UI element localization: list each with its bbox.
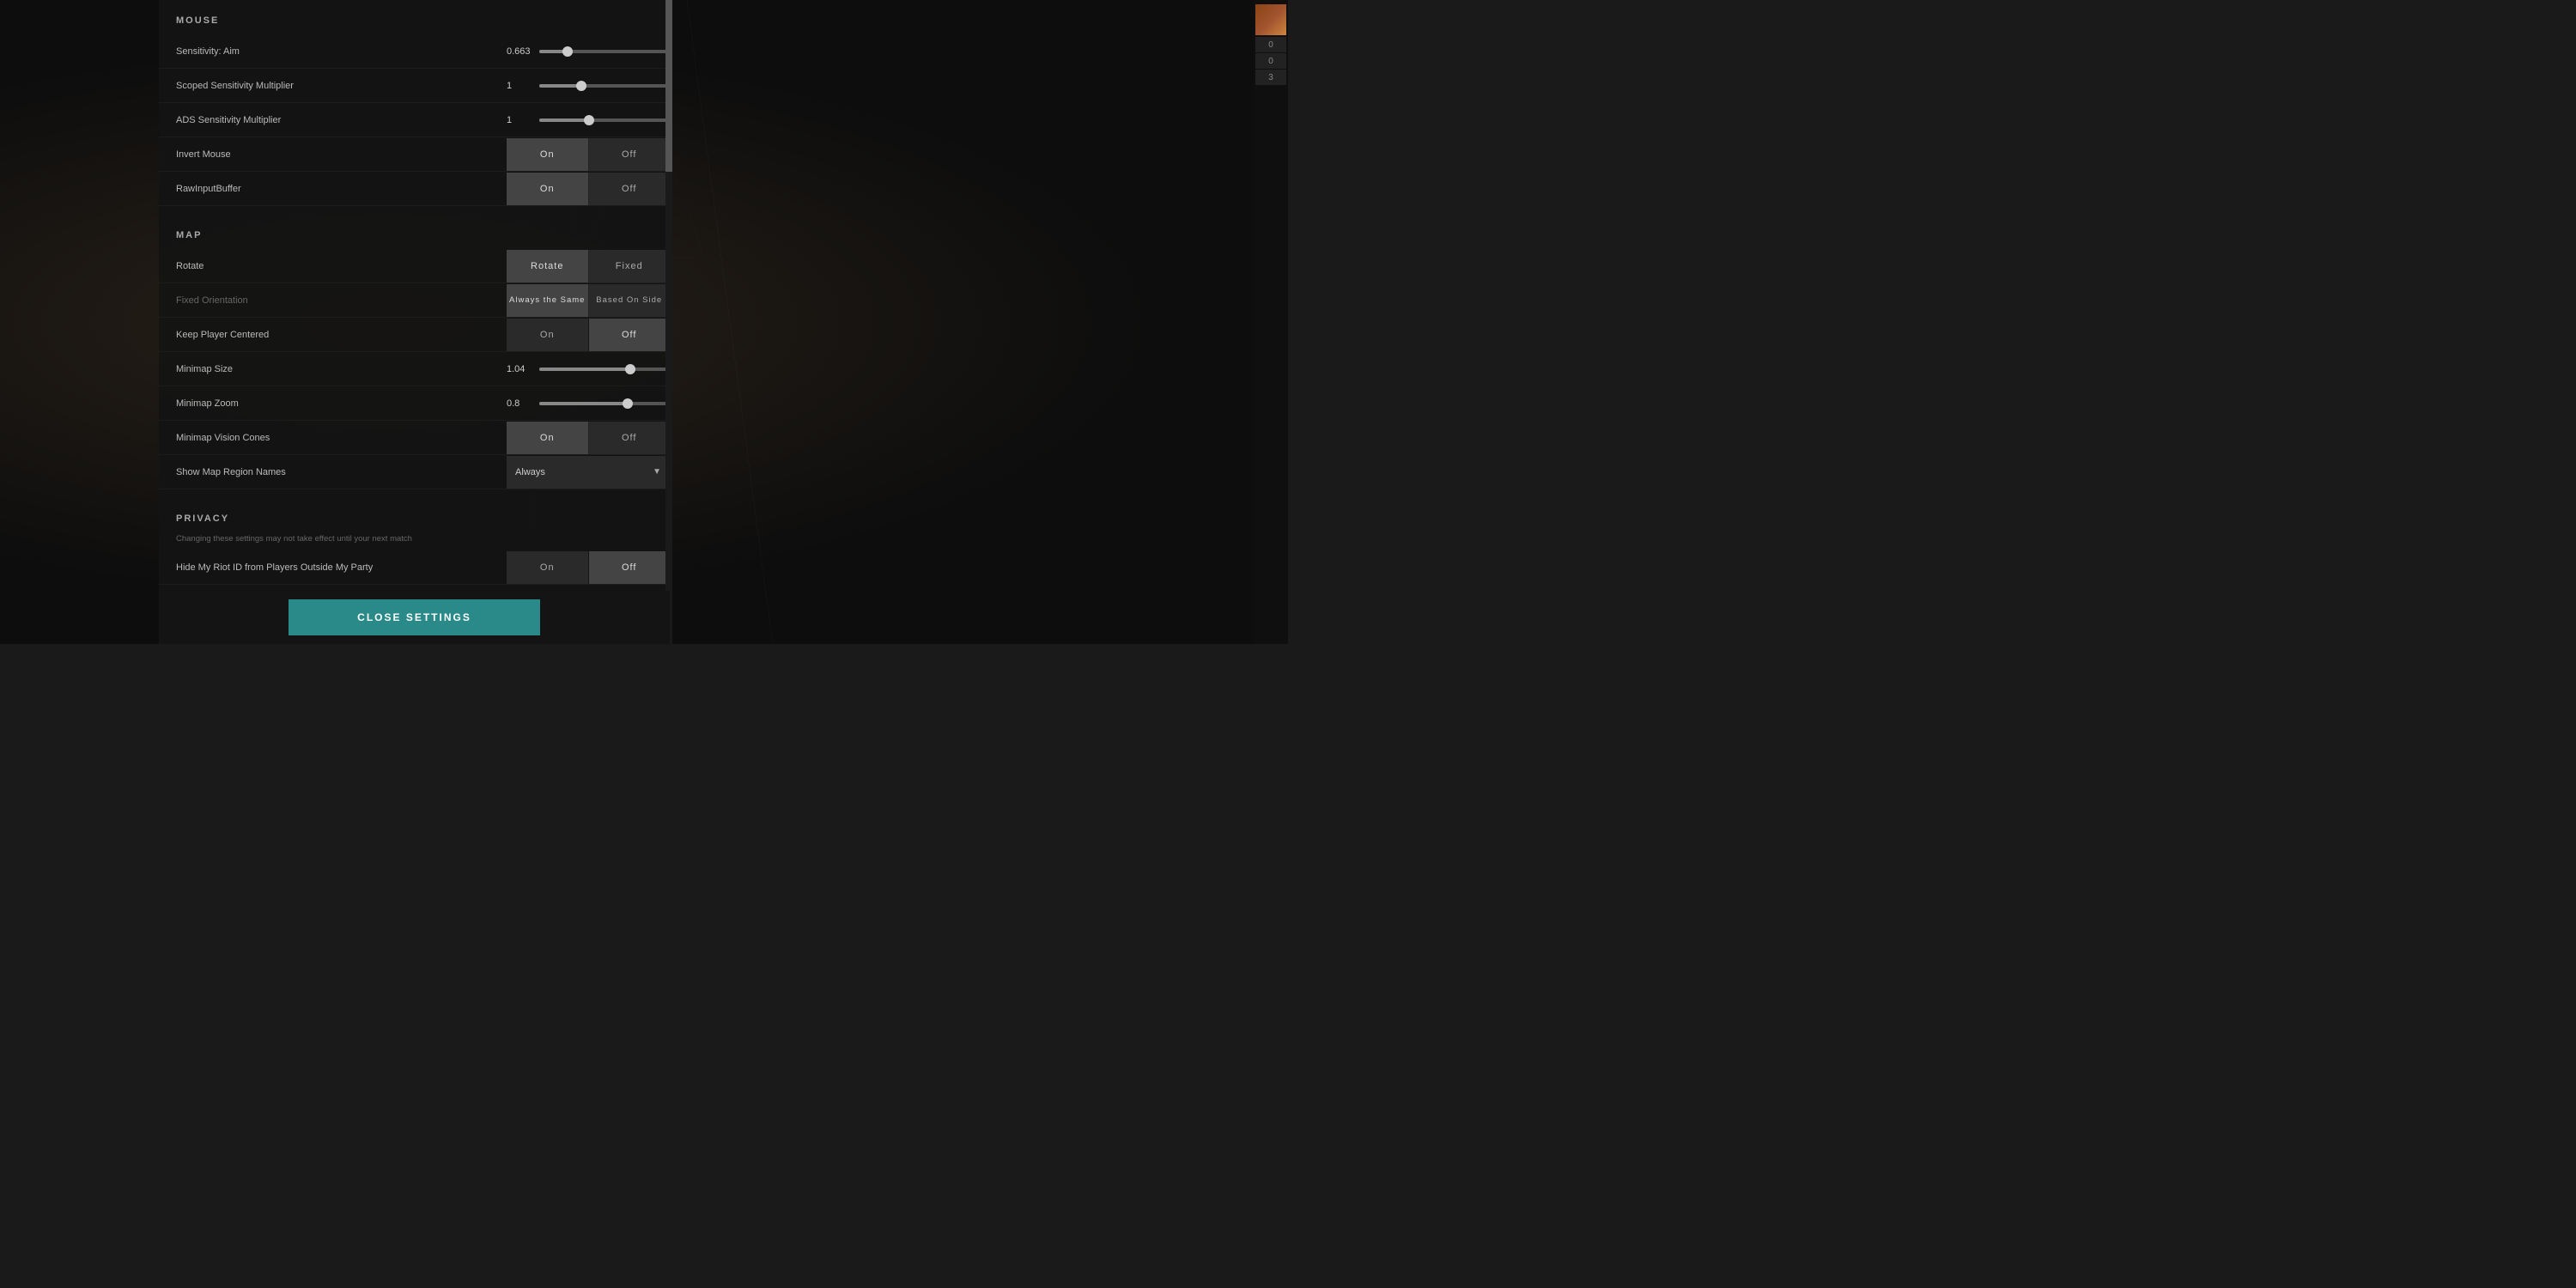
minimap-vision-cones-off-button[interactable]: Off [589, 422, 671, 454]
invert-mouse-row: Invert Mouse On Off [159, 137, 670, 172]
scoped-sensitivity-value: 1 [507, 81, 532, 91]
scoped-sensitivity-row: Scoped Sensitivity Multiplier 1 [159, 69, 670, 103]
keep-player-centered-off-button[interactable]: Off [589, 319, 671, 351]
minimap-size-row: Minimap Size 1.04 [159, 352, 670, 386]
invert-mouse-on-button[interactable]: On [507, 138, 589, 171]
minimap-zoom-control: 0.8 [507, 398, 670, 409]
minimap-zoom-fill [539, 402, 628, 405]
rawinputbuffer-label: RawInputBuffer [176, 175, 507, 203]
dropdown-arrow-icon: ▼ [653, 467, 661, 477]
sensitivity-aim-value: 0.663 [507, 46, 532, 57]
minimap-vision-cones-row: Minimap Vision Cones On Off [159, 421, 670, 455]
privacy-note: Changing these settings may not take eff… [159, 532, 670, 550]
minimap-vision-cones-on-button[interactable]: On [507, 422, 589, 454]
minimap-size-thumb[interactable] [625, 364, 635, 374]
rawinputbuffer-row: RawInputBuffer On Off [159, 172, 670, 206]
rawinputbuffer-on-button[interactable]: On [507, 173, 589, 205]
sensitivity-aim-thumb[interactable] [562, 46, 573, 57]
mouse-section-header: MOUSE [159, 0, 670, 34]
rotate-row: Rotate Rotate Fixed [159, 249, 670, 283]
rawinputbuffer-control: On Off [507, 173, 670, 205]
rotate-label: Rotate [176, 252, 507, 280]
hide-riot-id-on-button[interactable]: On [507, 551, 589, 584]
sensitivity-aim-row: Sensitivity: Aim 0.663 [159, 34, 670, 69]
minimap-zoom-row: Minimap Zoom 0.8 [159, 386, 670, 421]
minimap-size-fill [539, 368, 630, 371]
settings-panel: MOUSE Sensitivity: Aim 0.663 Scoped Sens… [159, 0, 670, 644]
show-map-region-names-control[interactable]: Always ▼ [507, 456, 670, 489]
close-settings-button[interactable]: CLOSE SETTINGS [289, 599, 540, 635]
keep-player-centered-row: Keep Player Centered On Off [159, 318, 670, 352]
right-panel: 0 0 3 [1254, 0, 1288, 644]
counter-badge-0: 0 [1255, 37, 1286, 52]
hide-riot-id-row: Hide My Riot ID from Players Outside My … [159, 550, 670, 585]
map-section: MAP Rotate Rotate Fixed Fixed Orientatio… [159, 215, 670, 489]
mouse-section: MOUSE Sensitivity: Aim 0.663 Scoped Sens… [159, 0, 670, 206]
hide-riot-id-control: On Off [507, 551, 670, 584]
minimap-zoom-label: Minimap Zoom [176, 390, 507, 417]
invert-mouse-off-button[interactable]: Off [589, 138, 671, 171]
ads-sensitivity-row: ADS Sensitivity Multiplier 1 [159, 103, 670, 137]
minimap-size-track[interactable] [539, 368, 670, 371]
invert-mouse-control: On Off [507, 138, 670, 171]
ads-sensitivity-thumb[interactable] [584, 115, 594, 125]
privacy-section-header: PRIVACY [159, 498, 670, 532]
scoped-sensitivity-fill [539, 84, 581, 88]
hide-riot-id-label: Hide My Riot ID from Players Outside My … [176, 554, 507, 581]
keep-player-centered-on-button[interactable]: On [507, 319, 589, 351]
scoped-sensitivity-label: Scoped Sensitivity Multiplier [176, 72, 507, 100]
show-map-region-names-label: Show Map Region Names [176, 459, 507, 486]
rotate-rotate-button[interactable]: Rotate [507, 250, 589, 283]
scoped-sensitivity-thumb[interactable] [576, 81, 586, 91]
minimap-vision-cones-label: Minimap Vision Cones [176, 424, 507, 452]
ads-sensitivity-track[interactable] [539, 118, 670, 122]
minimap-zoom-thumb[interactable] [623, 398, 633, 409]
rotate-fixed-button[interactable]: Fixed [589, 250, 671, 283]
ads-sensitivity-control: 1 [507, 115, 670, 125]
scoped-sensitivity-control: 1 [507, 81, 670, 91]
counter-badge-1: 0 [1255, 53, 1286, 69]
fixed-orientation-row: Fixed Orientation Always the Same Based … [159, 283, 670, 318]
scrollbar-thumb[interactable] [665, 0, 672, 172]
sensitivity-aim-track[interactable] [539, 50, 670, 53]
map-section-header: MAP [159, 215, 670, 249]
minimap-vision-cones-control: On Off [507, 422, 670, 454]
counter-badge-2: 3 [1255, 70, 1286, 85]
fixed-orientation-side-button[interactable]: Based On Side [589, 284, 671, 317]
close-button-container: CLOSE SETTINGS [159, 591, 670, 644]
avatar[interactable] [1255, 4, 1286, 35]
avatar-image [1255, 4, 1286, 35]
privacy-section: PRIVACY Changing these settings may not … [159, 498, 670, 585]
ads-sensitivity-fill [539, 118, 589, 122]
minimap-zoom-track[interactable] [539, 402, 670, 405]
ads-sensitivity-value: 1 [507, 115, 532, 125]
rawinputbuffer-off-button[interactable]: Off [589, 173, 671, 205]
ads-sensitivity-label: ADS Sensitivity Multiplier [176, 106, 507, 134]
keep-player-centered-control: On Off [507, 319, 670, 351]
minimap-size-label: Minimap Size [176, 355, 507, 383]
fixed-orientation-control: Always the Same Based On Side [507, 284, 670, 317]
fixed-orientation-always-button[interactable]: Always the Same [507, 284, 589, 317]
scoped-sensitivity-track[interactable] [539, 84, 670, 88]
minimap-zoom-value: 0.8 [507, 398, 532, 409]
show-map-region-names-row: Show Map Region Names Always ▼ [159, 455, 670, 489]
keep-player-centered-label: Keep Player Centered [176, 321, 507, 349]
minimap-size-control: 1.04 [507, 364, 670, 374]
hide-riot-id-off-button[interactable]: Off [589, 551, 671, 584]
rotate-control: Rotate Fixed [507, 250, 670, 283]
invert-mouse-label: Invert Mouse [176, 141, 507, 168]
show-map-region-names-value: Always [515, 467, 653, 477]
scrollbar-track [665, 0, 672, 644]
minimap-size-value: 1.04 [507, 364, 532, 374]
fixed-orientation-label: Fixed Orientation [176, 287, 507, 314]
sensitivity-aim-control: 0.663 [507, 46, 670, 57]
sensitivity-aim-label: Sensitivity: Aim [176, 38, 507, 65]
